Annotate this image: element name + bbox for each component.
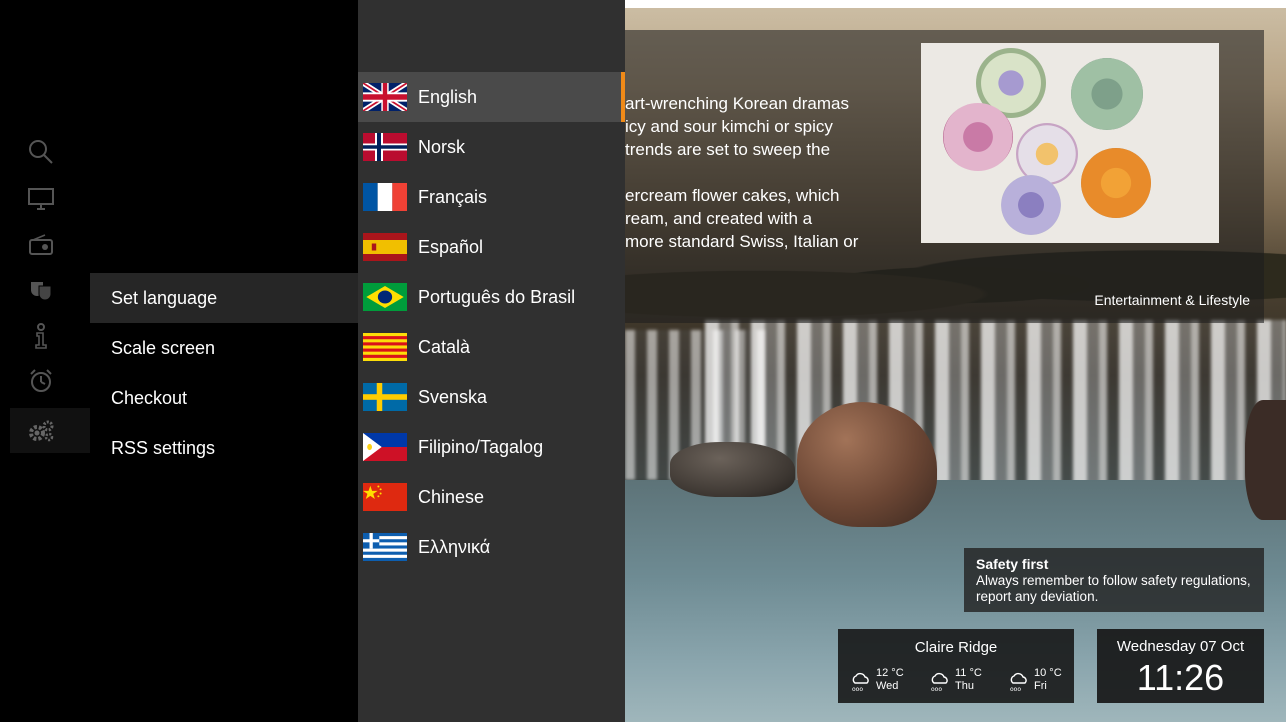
forecast-day: ooo 12 °C Wed xyxy=(850,667,920,695)
language-label: Español xyxy=(418,237,484,257)
settings-gears-icon[interactable] xyxy=(26,416,56,446)
rain-cloud-icon: ooo xyxy=(931,672,948,692)
clock-widget: Wednesday 07 Oct 11:26 xyxy=(1097,629,1264,703)
language-list-panel: English Norsk Français Español Português… xyxy=(358,0,625,722)
language-option-svenska[interactable]: Svenska xyxy=(358,372,625,422)
rock-small xyxy=(670,442,795,497)
language-label: Chinese xyxy=(418,487,485,507)
language-option-portugues-brasil[interactable]: Português do Brasil xyxy=(358,272,625,322)
language-option-english[interactable]: English xyxy=(358,72,625,122)
info-body: Always remember to follow safety regulat… xyxy=(976,573,1251,604)
search-icon[interactable] xyxy=(26,137,56,167)
language-label: Svenska xyxy=(418,387,488,407)
forecast-day-label: Wed xyxy=(876,680,899,692)
language-option-greek[interactable]: Ελληνικά xyxy=(358,522,625,572)
sweden-flag-icon xyxy=(363,383,407,411)
selection-accent xyxy=(621,72,625,122)
info-icon[interactable] xyxy=(26,321,56,351)
china-flag-icon xyxy=(363,483,407,511)
uk-flag-icon xyxy=(363,83,407,111)
language-option-francais[interactable]: Français xyxy=(358,172,625,222)
clock-time: 11:26 xyxy=(1136,657,1225,698)
language-label: English xyxy=(418,87,478,107)
language-label: Filipino/Tagalog xyxy=(418,437,544,457)
news-category-label: Entertainment & Lifestyle xyxy=(1094,292,1250,308)
svg-text:ooo: ooo xyxy=(931,686,942,692)
philippines-flag-icon xyxy=(363,433,407,461)
rock-right xyxy=(1245,400,1286,520)
catalonia-flag-icon xyxy=(363,333,407,361)
menu-item-rss-settings[interactable]: RSS settings xyxy=(90,423,358,473)
forecast-day: ooo 10 °C Fri xyxy=(1008,667,1078,695)
language-option-norsk[interactable]: Norsk xyxy=(358,122,625,172)
norway-flag-icon xyxy=(363,133,407,161)
menu-item-checkout[interactable]: Checkout xyxy=(90,373,358,423)
icon-rail xyxy=(0,0,90,722)
language-option-filipino-tagalog[interactable]: Filipino/Tagalog xyxy=(358,422,625,472)
weather-location: Claire Ridge xyxy=(914,639,998,656)
language-label: Norsk xyxy=(418,137,466,157)
clock-date: Wednesday 07 Oct xyxy=(1116,638,1245,655)
svg-text:ooo: ooo xyxy=(1010,686,1021,692)
language-label: Français xyxy=(418,187,488,207)
language-option-chinese[interactable]: Chinese xyxy=(358,472,625,522)
scene-edge xyxy=(625,0,1286,8)
menu-item-set-language[interactable]: Set language xyxy=(90,273,358,323)
news-article-text: art-wrenching Korean dramas icy and sour… xyxy=(625,94,859,251)
alarm-clock-icon[interactable] xyxy=(26,366,56,396)
theater-masks-icon[interactable] xyxy=(26,275,56,305)
language-label: Português do Brasil xyxy=(418,287,576,307)
forecast-temp: 11 °C xyxy=(955,667,982,679)
forecast-temp: 10 °C xyxy=(1034,667,1062,679)
forecast-day-label: Thu xyxy=(955,680,974,692)
france-flag-icon xyxy=(363,183,407,211)
news-image-flower-cupcakes xyxy=(921,43,1219,243)
tv-icon[interactable] xyxy=(26,184,56,214)
language-label: Català xyxy=(418,337,471,357)
language-option-espanol[interactable]: Español xyxy=(358,222,625,272)
forecast-temp: 12 °C xyxy=(876,667,904,679)
weather-widget: Claire Ridge ooo 12 °C Wed ooo 11 °C Thu… xyxy=(838,629,1074,703)
rain-cloud-icon: ooo xyxy=(1010,672,1027,692)
svg-text:ooo: ooo xyxy=(852,686,863,692)
language-option-catala[interactable]: Català xyxy=(358,322,625,372)
menu-item-scale-screen[interactable]: Scale screen xyxy=(90,323,358,373)
forecast-day: ooo 11 °C Thu xyxy=(929,667,999,695)
rain-cloud-icon: ooo xyxy=(852,672,869,692)
forecast-day-label: Fri xyxy=(1034,680,1047,692)
spain-flag-icon xyxy=(363,233,407,261)
news-panel: art-wrenching Korean dramas icy and sour… xyxy=(625,30,1264,323)
brazil-flag-icon xyxy=(363,283,407,311)
language-label: Ελληνικά xyxy=(418,537,491,557)
settings-menu: Set language Scale screen Checkout RSS s… xyxy=(90,0,358,722)
info-message-box: Safety first Always remember to follow s… xyxy=(964,548,1264,612)
greece-flag-icon xyxy=(363,533,407,561)
radio-icon[interactable] xyxy=(26,230,56,260)
info-title: Safety first xyxy=(976,556,1049,572)
